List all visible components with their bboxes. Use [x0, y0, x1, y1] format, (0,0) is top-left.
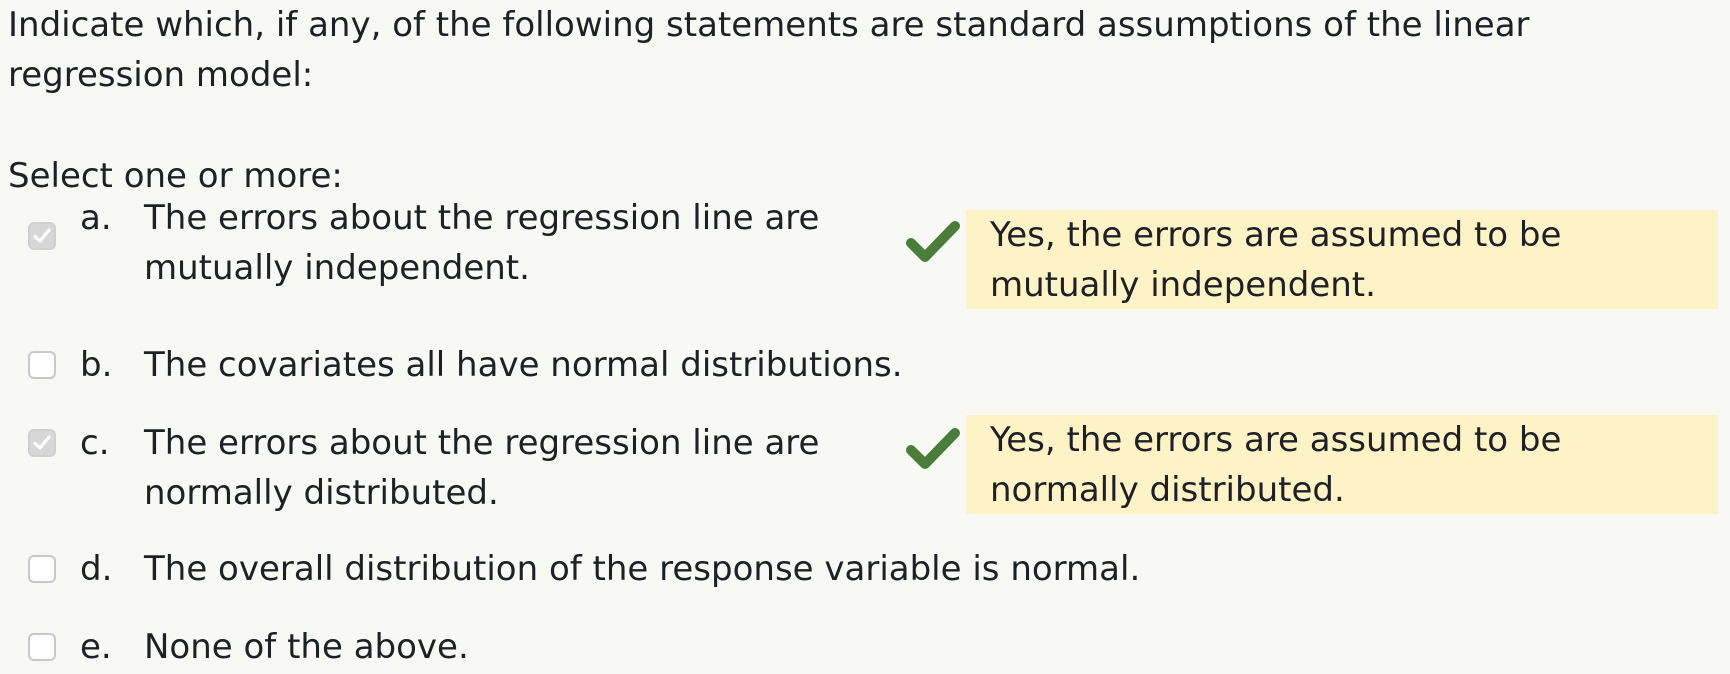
check-icon: [906, 221, 960, 262]
option-c-letter: c.: [80, 423, 110, 463]
checkbox-check-icon: [33, 228, 51, 243]
option-e-label[interactable]: None of the above.: [144, 622, 884, 672]
option-b-checkbox[interactable]: [28, 351, 56, 379]
option-a-label[interactable]: The errors about the regression line are…: [144, 193, 884, 293]
option-d-letter: d.: [80, 549, 113, 589]
option-d-checkbox[interactable]: [28, 555, 56, 583]
option-b-label[interactable]: The covariates all have normal distribut…: [144, 340, 1344, 390]
option-a-letter: a.: [80, 198, 112, 238]
option-a-feedback: Yes, the errors are assumed to be mutual…: [966, 210, 1718, 309]
option-c-label[interactable]: The errors about the regression line are…: [144, 418, 884, 518]
checkbox-check-icon: [33, 435, 51, 450]
option-a-checkbox[interactable]: [28, 222, 56, 250]
option-b-letter: b.: [80, 345, 113, 385]
option-e-checkbox[interactable]: [28, 633, 56, 661]
check-icon: [906, 428, 960, 469]
option-c-checkbox[interactable]: [28, 429, 56, 457]
question-text: Indicate which, if any, of the following…: [8, 5, 1530, 95]
option-d-label[interactable]: The overall distribution of the response…: [144, 544, 1444, 594]
option-c-feedback: Yes, the errors are assumed to be normal…: [966, 415, 1718, 514]
option-e-letter: e.: [80, 627, 112, 667]
